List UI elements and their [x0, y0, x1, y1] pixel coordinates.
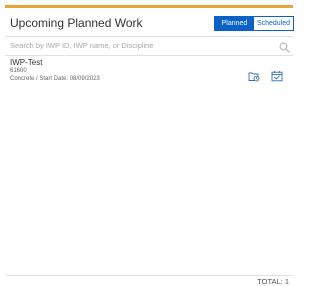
panel-header: Upcoming Planned Work Planned Scheduled: [5, 8, 294, 37]
planned-toggle-button[interactable]: Planned: [215, 17, 254, 30]
search-row: [5, 37, 293, 56]
planned-scheduled-toggle: Planned Scheduled: [214, 16, 294, 31]
item-meta: Concrete / Start Date: 08/09/2023: [10, 76, 100, 82]
item-id: 61600: [10, 68, 27, 74]
scheduled-toggle-button[interactable]: Scheduled: [254, 17, 293, 30]
panel-footer: TOTAL: 1: [5, 275, 293, 286]
list-item[interactable]: IWP-Test 61600 Concrete / Start Date: 08…: [5, 56, 293, 88]
panel-title: Upcoming Planned Work: [10, 16, 143, 30]
search-icon[interactable]: [279, 40, 290, 53]
folder-clock-icon[interactable]: [248, 70, 260, 82]
item-title: IWP-Test: [10, 58, 43, 67]
calendar-check-icon[interactable]: [271, 70, 283, 82]
upcoming-planned-work-panel: Upcoming Planned Work Planned Scheduled …: [5, 8, 294, 286]
search-input[interactable]: [10, 39, 265, 52]
